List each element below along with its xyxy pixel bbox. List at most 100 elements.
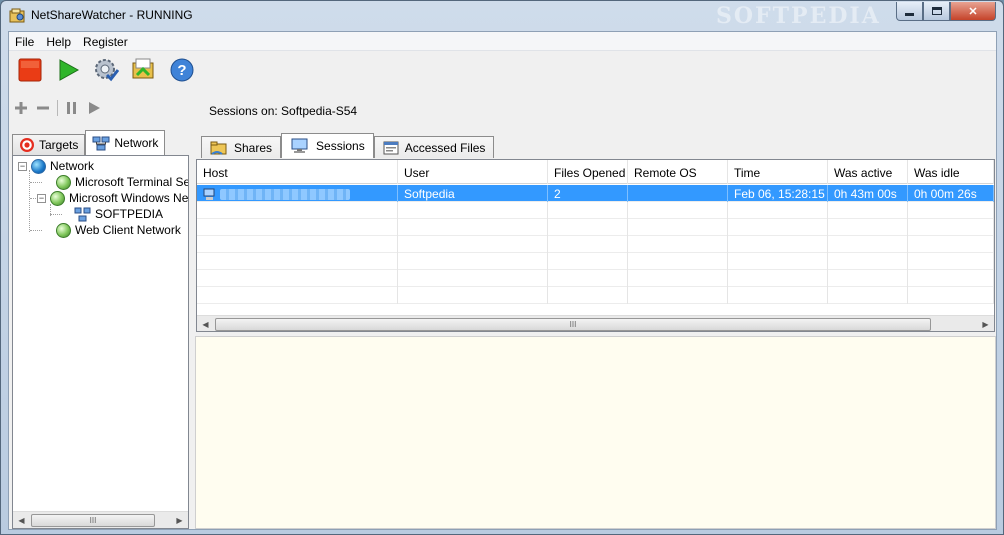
start-button[interactable] <box>55 57 81 83</box>
cell-was-idle: 0h 00m 26s <box>908 185 994 202</box>
scroll-thumb[interactable]: III <box>215 318 931 331</box>
folder-icon <box>132 58 154 79</box>
scroll-right-icon[interactable]: ▶ <box>977 316 994 332</box>
tree-item-label: SOFTPEDIA <box>95 207 164 221</box>
collapse-icon[interactable]: − <box>37 193 46 203</box>
minimize-button[interactable] <box>896 2 923 21</box>
session-user-icon <box>203 188 215 201</box>
tree-line <box>30 182 42 183</box>
empty-row <box>197 202 994 219</box>
tree-line <box>29 170 30 232</box>
right-pane: Sessions on: Softpedia-S54 Shares Sessio… <box>195 92 996 529</box>
minus-icon <box>37 106 49 110</box>
host-redacted <box>220 189 351 201</box>
main-toolbar: ? <box>9 52 996 88</box>
scroll-thumb[interactable]: III <box>31 514 155 527</box>
network-tree[interactable]: − Network Microsoft Terminal Services − … <box>12 155 189 529</box>
settings-icon <box>95 59 119 82</box>
left-pane: Targets Network − Network Microsoft Term… <box>9 92 192 529</box>
minimize-icon <box>905 12 914 16</box>
column-header-user[interactable]: User <box>398 160 548 184</box>
tab-sessions[interactable]: Sessions <box>281 133 374 158</box>
play-icon <box>89 102 100 114</box>
column-header-files-opened[interactable]: Files Opened <box>548 160 628 184</box>
app-window: NetShareWatcher - RUNNING SOFTPEDIA ✕ Fi… <box>0 0 1004 535</box>
cell-user: Softpedia <box>398 185 548 202</box>
tree-item-label: Web Client Network <box>75 223 181 237</box>
menu-bar: File Help Register <box>9 32 996 51</box>
help-icon: ? <box>170 58 194 82</box>
settings-button[interactable] <box>93 57 119 83</box>
remove-target-button[interactable] <box>35 100 51 116</box>
column-header-was-idle[interactable]: Was idle <box>908 160 994 184</box>
empty-row <box>197 270 994 287</box>
stop-button[interactable] <box>17 57 43 83</box>
empty-row <box>197 219 994 236</box>
app-icon <box>9 8 25 23</box>
table-horizontal-scrollbar[interactable]: ◀ III ▶ <box>197 315 994 332</box>
globe-icon <box>31 158 46 174</box>
grip-icon: III <box>89 516 97 525</box>
network-globe-icon <box>56 174 71 190</box>
help-button[interactable]: ? <box>169 57 195 83</box>
tab-accessed-files-label: Accessed Files <box>404 140 486 155</box>
workgroup-icon <box>74 207 91 221</box>
title-bar[interactable]: NetShareWatcher - RUNNING SOFTPEDIA ✕ <box>1 1 1003 30</box>
window-title: NetShareWatcher - RUNNING <box>31 8 193 22</box>
tree-item-terminal-services[interactable]: Microsoft Terminal Services <box>56 174 189 190</box>
sessions-monitor-icon <box>291 138 308 153</box>
tab-accessed-files[interactable]: Accessed Files <box>373 136 495 158</box>
tree-line <box>30 230 42 231</box>
tab-targets[interactable]: Targets <box>12 134 86 155</box>
network-globe-icon <box>50 190 65 206</box>
sessions-target-label: Sessions on: Softpedia-S54 <box>209 104 358 118</box>
accessed-files-icon <box>383 141 399 154</box>
maximize-icon <box>931 7 942 15</box>
cell-time: Feb 06, 15:28:15 <box>728 185 828 202</box>
menu-help[interactable]: Help <box>40 32 77 51</box>
network-globe-icon <box>56 222 71 238</box>
menu-file[interactable]: File <box>9 32 40 51</box>
maximize-button[interactable] <box>923 2 950 21</box>
add-target-button[interactable] <box>13 100 29 116</box>
cell-was-active: 0h 43m 00s <box>828 185 908 202</box>
tree-line <box>50 214 62 215</box>
collapse-icon[interactable]: − <box>18 161 27 171</box>
scroll-left-icon[interactable]: ◀ <box>13 512 30 529</box>
scroll-left-icon[interactable]: ◀ <box>197 316 214 332</box>
tree-horizontal-scrollbar[interactable]: ◀ III ▶ <box>13 511 188 528</box>
tab-sessions-label: Sessions <box>316 139 365 153</box>
column-header-time[interactable]: Time <box>728 160 828 184</box>
target-icon <box>20 138 34 152</box>
play-button[interactable] <box>86 100 102 116</box>
empty-row <box>197 236 994 253</box>
left-tabs: Targets Network <box>12 130 166 155</box>
details-panel <box>195 336 996 529</box>
menu-register[interactable]: Register <box>77 32 134 51</box>
table-row[interactable]: Softpedia 2 Feb 06, 15:28:15 0h 43m 00s … <box>197 185 994 202</box>
column-header-was-active[interactable]: Was active <box>828 160 908 184</box>
close-button[interactable]: ✕ <box>950 2 996 21</box>
tree-item-web-client[interactable]: Web Client Network <box>56 222 181 238</box>
empty-row <box>197 253 994 270</box>
tree-item-label: Microsoft Terminal Services <box>75 175 189 189</box>
plus-icon <box>15 102 27 114</box>
sessions-table[interactable]: Host User Files Opened Remote OS Time Wa… <box>196 159 995 332</box>
tab-network-label: Network <box>114 136 159 150</box>
client-area: File Help Register ? Targets Network − N… <box>8 31 997 530</box>
scroll-right-icon[interactable]: ▶ <box>171 512 188 529</box>
detail-tabs: Shares Sessions Accessed Files <box>201 132 495 158</box>
tree-item-softpedia[interactable]: SOFTPEDIA <box>74 206 163 222</box>
tree-item-network[interactable]: − Network <box>18 158 94 174</box>
close-icon: ✕ <box>968 5 978 18</box>
column-header-remote-os[interactable]: Remote OS <box>628 160 728 184</box>
tab-network[interactable]: Network <box>85 130 166 155</box>
folder-button[interactable] <box>131 57 157 83</box>
tab-targets-label: Targets <box>39 138 79 152</box>
tab-shares[interactable]: Shares <box>201 136 282 158</box>
pause-button[interactable] <box>64 100 80 116</box>
column-header-host[interactable]: Host <box>197 160 398 184</box>
tree-item-windows-network[interactable]: − Microsoft Windows Network <box>37 190 189 206</box>
tree-item-label: Microsoft Windows Network <box>69 191 189 205</box>
svg-text:?: ? <box>177 62 186 79</box>
